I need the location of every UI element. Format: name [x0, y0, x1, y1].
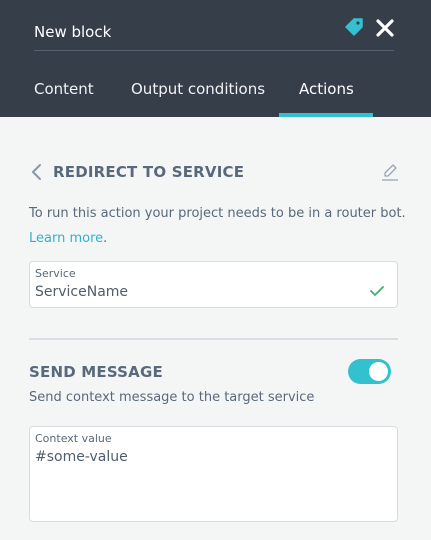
- action-description: To run this action your project needs to…: [29, 206, 406, 221]
- context-value-label: Context value: [35, 432, 112, 445]
- context-value-field[interactable]: Context value #some-value: [29, 426, 398, 522]
- tab-output-conditions[interactable]: Output conditions: [131, 80, 265, 98]
- send-message-description: Send context message to the target servi…: [29, 390, 315, 405]
- service-label: Service: [35, 267, 76, 280]
- block-title-text: New block: [34, 23, 112, 41]
- pencil-icon[interactable]: [381, 162, 399, 182]
- tab-actions[interactable]: Actions: [299, 80, 354, 98]
- learn-more-link[interactable]: Learn more: [29, 231, 103, 246]
- check-icon: [370, 286, 384, 296]
- block-title-input[interactable]: New block: [34, 14, 394, 51]
- active-tab-indicator: [279, 113, 373, 117]
- tag-icon[interactable]: [344, 17, 364, 37]
- section-divider: [29, 338, 398, 340]
- service-field[interactable]: Service ServiceName: [29, 261, 398, 308]
- send-message-title: SEND MESSAGE: [29, 363, 163, 381]
- tab-content[interactable]: Content: [34, 80, 94, 98]
- context-value-text: #some-value: [35, 449, 128, 465]
- send-message-toggle[interactable]: [348, 359, 391, 384]
- learn-more-suffix: .: [103, 231, 108, 246]
- learn-more-line: Learn more.: [29, 231, 107, 246]
- block-header: New block Content Output conditions Acti…: [0, 0, 431, 117]
- close-icon[interactable]: [374, 17, 396, 39]
- action-title: REDIRECT TO SERVICE: [53, 163, 245, 181]
- toggle-knob: [369, 362, 388, 381]
- service-value: ServiceName: [35, 284, 129, 300]
- chevron-left-icon[interactable]: [30, 163, 44, 181]
